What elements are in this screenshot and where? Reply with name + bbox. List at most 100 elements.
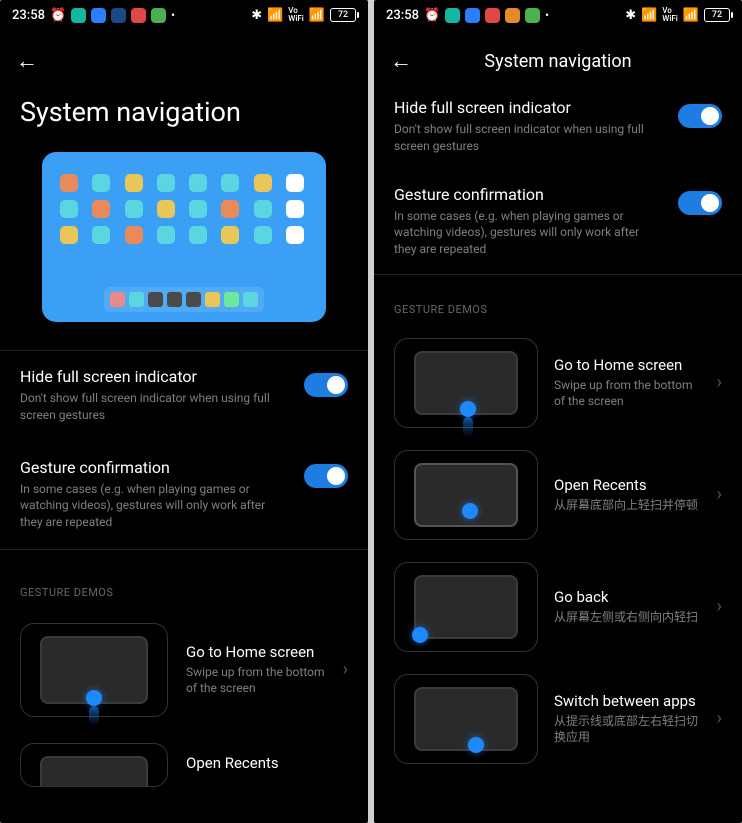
preview-dock-icon <box>110 292 125 307</box>
chevron-right-icon: › <box>343 659 348 680</box>
setting-desc: Don't show full screen indicator when us… <box>20 390 290 424</box>
preview-app-icon <box>60 200 78 218</box>
setting-gesture-confirmation[interactable]: Gesture confirmation In some cases (e.g.… <box>374 171 742 274</box>
preview-dock-icon <box>224 292 239 307</box>
toggle-gesture-confirmation[interactable] <box>678 191 722 215</box>
signal-icon: 📶 <box>641 8 657 23</box>
back-button[interactable]: ← <box>16 48 38 74</box>
demo-desc: 从屏幕左侧或右侧向内轻扫 <box>554 609 701 626</box>
wifi-icon: 📶 <box>309 8 325 23</box>
setting-gesture-confirmation[interactable]: Gesture confirmation In some cases (e.g.… <box>0 442 368 549</box>
gesture-trail-icon <box>463 417 473 437</box>
demo-desc: Swipe up from the bottom of the screen <box>554 377 701 411</box>
phone-screenshot-left: 23:58 ⏰ • ✱ 📶 VoWiFi 📶 72 ← System navig… <box>0 0 368 823</box>
gesture-dot-icon <box>460 401 476 417</box>
battery-icon: 72 <box>330 8 356 22</box>
vowifi-icon: VoWiFi <box>288 7 304 23</box>
preview-app-icon <box>286 226 304 244</box>
gesture-dot-icon <box>86 690 102 706</box>
preview-app-icon <box>221 200 239 218</box>
preview-icon-grid <box>60 174 308 244</box>
preview-app-icon <box>157 200 175 218</box>
demo-home[interactable]: Go to Home screen Swipe up from the bott… <box>374 330 742 442</box>
chevron-right-icon: › <box>717 596 722 617</box>
vowifi-icon: VoWiFi <box>662 7 678 23</box>
more-icon: • <box>545 9 549 22</box>
app-icon-green <box>151 8 166 23</box>
preview-app-icon <box>60 226 78 244</box>
preview-app-icon <box>92 174 110 192</box>
setting-title: Hide full screen indicator <box>394 98 664 117</box>
wifi-icon: 📶 <box>683 8 699 23</box>
preview-dock <box>104 287 264 312</box>
toggle-gesture-confirmation[interactable] <box>304 464 348 488</box>
app-icon-navy <box>111 8 126 23</box>
app-icon-red <box>485 8 500 23</box>
demo-thumbnail <box>20 743 168 787</box>
demo-recents[interactable]: Open Recents <box>0 733 368 787</box>
app-icon-blue <box>91 8 106 23</box>
preview-app-icon <box>254 226 272 244</box>
preview-dock-icon <box>167 292 182 307</box>
setting-hide-indicator[interactable]: Hide full screen indicator Don't show fu… <box>0 351 368 442</box>
demo-thumbnail <box>394 674 538 764</box>
app-icon-teal <box>71 8 86 23</box>
gesture-dot-icon <box>462 503 478 519</box>
demo-home[interactable]: Go to Home screen Swipe up from the bott… <box>0 613 368 733</box>
app-icon-green <box>525 8 540 23</box>
preview-tablet <box>42 152 326 322</box>
preview-app-icon <box>286 174 304 192</box>
setting-hide-indicator[interactable]: Hide full screen indicator Don't show fu… <box>374 84 742 171</box>
toggle-hide-indicator[interactable] <box>304 373 348 397</box>
demo-thumbnail <box>394 338 538 428</box>
clock: 23:58 <box>386 8 419 23</box>
preview-dock-icon <box>205 292 220 307</box>
top-bar: ← <box>0 30 368 84</box>
app-icon-red <box>131 8 146 23</box>
bluetooth-icon: ✱ <box>625 8 636 23</box>
page-title: System navigation <box>412 51 704 72</box>
setting-desc: In some cases (e.g. when playing games o… <box>20 481 290 531</box>
preview-app-icon <box>286 200 304 218</box>
preview-app-icon <box>189 174 207 192</box>
demo-back[interactable]: Go back 从屏幕左侧或右侧向内轻扫 › <box>374 554 742 666</box>
alarm-icon: ⏰ <box>50 8 66 23</box>
battery-icon: 72 <box>704 8 730 22</box>
page-title: System navigation <box>0 84 368 152</box>
top-bar: ← System navigation <box>374 30 742 84</box>
preview-app-icon <box>189 200 207 218</box>
demo-title: Switch between apps <box>554 692 701 710</box>
more-icon: • <box>171 9 175 22</box>
preview-app-icon <box>125 200 143 218</box>
app-icon-blue <box>465 8 480 23</box>
status-bar: 23:58 ⏰ • ✱ 📶 VoWiFi 📶 72 <box>374 0 742 30</box>
setting-desc: Don't show full screen indicator when us… <box>394 121 664 155</box>
clock: 23:58 <box>12 8 45 23</box>
preview-app-icon <box>254 200 272 218</box>
preview-app-icon <box>189 226 207 244</box>
gesture-dot-icon <box>468 737 484 753</box>
demo-recents[interactable]: Open Recents 从屏幕底部向上轻扫并停顿 › <box>374 442 742 554</box>
navigation-preview <box>0 152 368 350</box>
preview-dock-icon <box>243 292 258 307</box>
back-button[interactable]: ← <box>390 48 412 74</box>
app-icon-teal <box>445 8 460 23</box>
toggle-hide-indicator[interactable] <box>678 104 722 128</box>
setting-desc: In some cases (e.g. when playing games o… <box>394 208 664 258</box>
demo-switch-apps[interactable]: Switch between apps 从提示线或底部左右轻扫切换应用 › <box>374 666 742 778</box>
preview-dock-icon <box>148 292 163 307</box>
preview-dock-icon <box>129 292 144 307</box>
preview-app-icon <box>221 226 239 244</box>
preview-app-icon <box>125 174 143 192</box>
preview-app-icon <box>221 174 239 192</box>
section-label: GESTURE DEMOS <box>374 275 742 330</box>
demo-title: Open Recents <box>554 476 701 494</box>
demo-title: Go to Home screen <box>554 356 701 374</box>
section-label: GESTURE DEMOS <box>0 550 368 613</box>
setting-title: Gesture confirmation <box>394 185 664 204</box>
status-bar: 23:58 ⏰ • ✱ 📶 VoWiFi 📶 72 <box>0 0 368 30</box>
phone-screenshot-right: 23:58 ⏰ • ✱ 📶 VoWiFi 📶 72 ← System navig… <box>374 0 742 823</box>
demo-desc: Swipe up from the bottom of the screen <box>186 664 325 698</box>
demo-desc: 从提示线或底部左右轻扫切换应用 <box>554 713 701 747</box>
preview-app-icon <box>254 174 272 192</box>
